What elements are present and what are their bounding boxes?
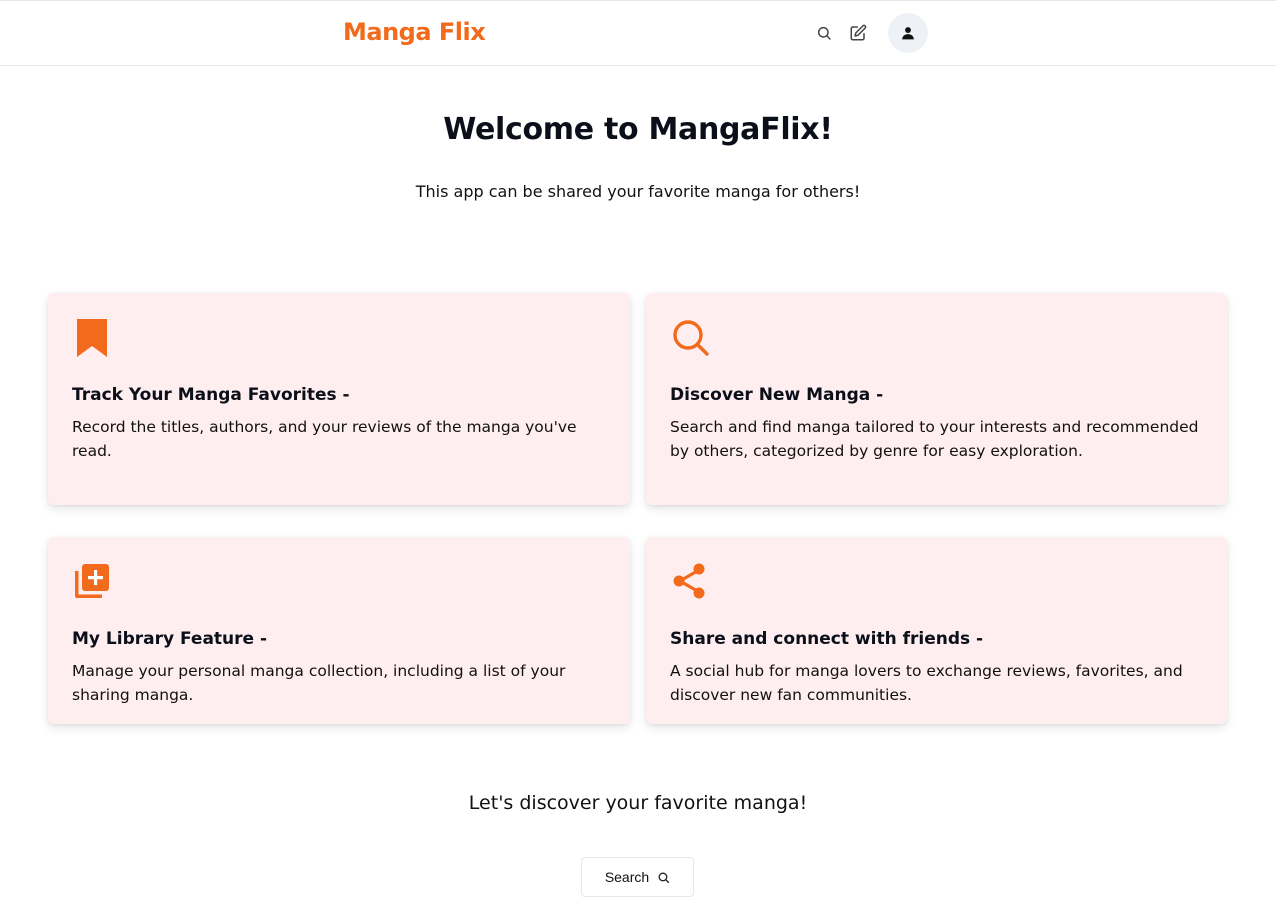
cta-text: Let's discover your favorite manga! [468, 792, 808, 814]
edit-icon[interactable] [849, 24, 867, 42]
top-navbar: Manga Flix [0, 1, 1276, 66]
search-button-label: Search [604, 869, 650, 885]
brand-logo[interactable]: Manga Flix [343, 16, 486, 48]
feature-card-text: Record the titles, authors, and your rev… [72, 418, 577, 460]
feature-card-text: Manage your personal manga collection, i… [72, 662, 566, 704]
page: Manga Flix Welcome to MangaFlix! This ap… [0, 0, 1276, 921]
feature-card-track-favorites: Track Your Manga Favorites - Record the … [48, 293, 630, 505]
share-icon [673, 563, 705, 599]
search-icon [673, 320, 709, 356]
user-icon [902, 27, 914, 40]
feature-card-discover: Discover New Manga - Search and find man… [646, 293, 1227, 505]
page-subtitle: This app can be shared your favorite man… [415, 182, 861, 201]
search-icon [658, 872, 670, 883]
feature-card-share: Share and connect with friends - A socia… [646, 537, 1227, 724]
feature-card-text: A social hub for manga lovers to exchang… [670, 662, 1183, 704]
feature-card-library: My Library Feature - Manage your persona… [48, 537, 630, 724]
user-avatar-button[interactable] [888, 13, 928, 53]
search-icon[interactable] [815, 24, 833, 42]
bookmark-icon [77, 319, 107, 357]
library-add-icon [75, 564, 109, 598]
feature-card-text: Search and find manga tailored to your i… [670, 418, 1199, 460]
search-button[interactable]: Search [581, 857, 694, 897]
feature-card-title: Track Your Manga Favorites - [72, 385, 350, 405]
feature-card-title: Share and connect with friends - [670, 629, 984, 649]
feature-card-title: Discover New Manga - [670, 385, 884, 405]
feature-card-title: My Library Feature - [72, 629, 268, 649]
page-title: Welcome to MangaFlix! [443, 112, 833, 147]
